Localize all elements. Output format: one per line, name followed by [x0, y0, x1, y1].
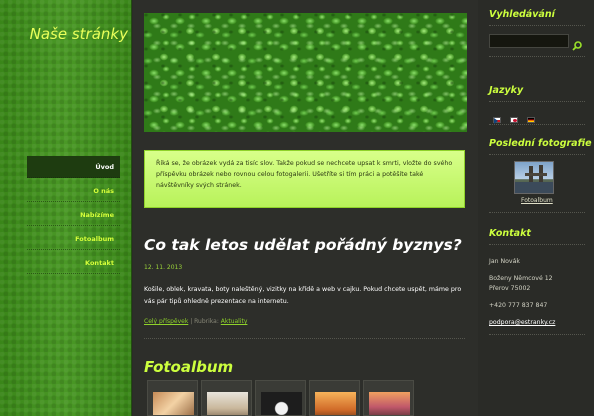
intro-text: Říká se, že obrázek vydá za tisíc slov. … [156, 160, 453, 189]
album-thumb-5[interactable] [363, 380, 414, 416]
languages-bottom-divider [489, 124, 585, 125]
contact-email-link[interactable]: podpora@estranky.cz [489, 319, 555, 326]
contact-phone: +420 777 837 847 [489, 302, 548, 309]
main-navigation: Úvod O nás Nabízíme Fotoalbum Kontakt [27, 156, 120, 276]
nav-item-o-nas[interactable]: O nás [27, 180, 120, 202]
article-date: 12. 11. 2013 [144, 264, 183, 271]
album-thumb-1[interactable] [147, 380, 198, 416]
contact-heading: Kontakt [489, 228, 531, 239]
search-heading: Vyhledávání [489, 9, 555, 20]
nav-item-fotoalbum[interactable]: Fotoalbum [27, 228, 120, 250]
languages-divider [489, 101, 585, 102]
left-sidebar: Naše stránky Úvod O nás Nabízíme Fotoalb… [0, 0, 132, 416]
intro-box: Říká se, že obrázek vydá za tisíc slov. … [144, 150, 465, 208]
contact-street: Boženy Němcové 12 [489, 275, 553, 282]
contact-name: Jan Novák [489, 258, 520, 265]
read-more-link[interactable]: Celý příspěvek [144, 318, 188, 325]
languages-heading: Jazyky [489, 85, 524, 96]
contact-bottom-divider [489, 334, 585, 335]
search-divider [489, 25, 585, 26]
flag-de-icon[interactable] [527, 116, 536, 123]
meta-separator: | Rubrika: [188, 318, 221, 325]
latest-photo-label[interactable]: Fotoalbum [521, 197, 553, 204]
article-title[interactable]: Co tak letos udělat pořádný byznys? [144, 236, 462, 254]
search-bottom-divider [489, 56, 585, 57]
search-input[interactable] [489, 34, 569, 48]
photos-heading: Poslední fotografie [489, 138, 592, 149]
album-thumb-4[interactable] [309, 380, 360, 416]
album-thumb-3[interactable] [255, 380, 306, 416]
nav-item-kontakt[interactable]: Kontakt [27, 252, 120, 274]
flag-cz-icon[interactable] [493, 116, 501, 124]
article-meta: Celý příspěvek | Rubrika: Aktuality [144, 318, 247, 325]
main-content: Říká se, že obrázek vydá za tisíc slov. … [133, 0, 478, 416]
album-thumbnails [144, 380, 465, 416]
language-flags [493, 109, 539, 128]
right-sidebar: Vyhledávání Jazyky Poslední fotografie F… [478, 0, 594, 416]
header-image [144, 13, 467, 132]
article-body: Košile, oblek, kravata, boty naleštěný, … [144, 286, 462, 305]
latest-photo-thumb[interactable] [514, 161, 554, 194]
nav-item-nabizime[interactable]: Nabízíme [27, 204, 120, 226]
album-title[interactable]: Fotoalbum [144, 358, 233, 376]
site-title[interactable]: Naše stránky [0, 25, 128, 43]
contact-city: Přerov 75002 [489, 285, 531, 292]
photos-bottom-divider [489, 212, 585, 213]
photos-divider [489, 154, 585, 155]
nav-item-uvod[interactable]: Úvod [27, 156, 120, 178]
search-icon[interactable] [572, 36, 582, 51]
article-divider [144, 338, 465, 339]
album-thumb-2[interactable] [201, 380, 252, 416]
flag-en-icon[interactable] [510, 116, 519, 123]
contact-divider [489, 244, 585, 245]
category-link[interactable]: Aktuality [221, 318, 248, 325]
